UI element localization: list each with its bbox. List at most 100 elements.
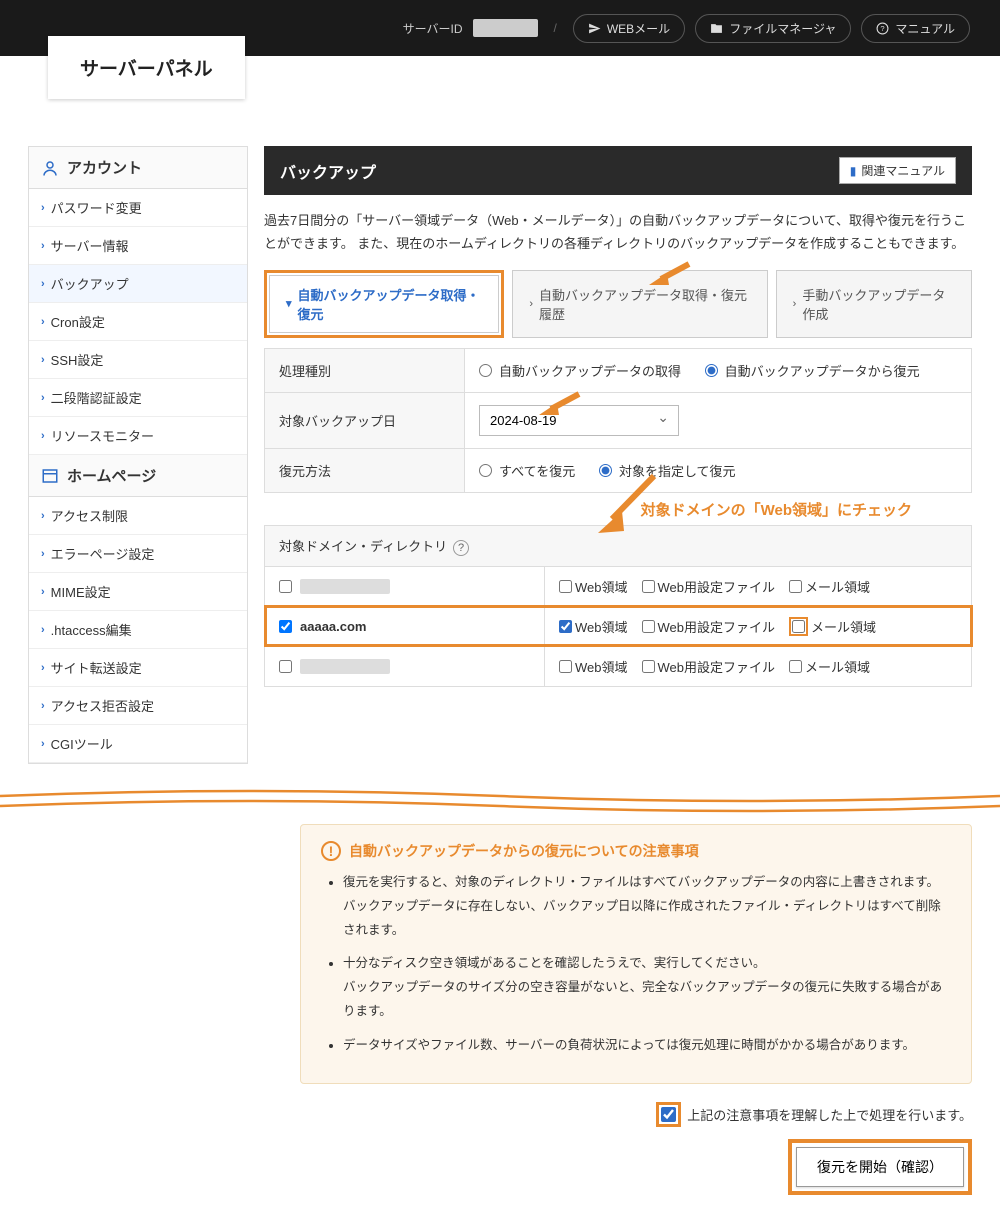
domain-checkbox[interactable] xyxy=(279,620,292,633)
page-title-bar: バックアップ ▮ 関連マニュアル xyxy=(264,146,972,195)
radio-restore-all[interactable]: すべてを復元 xyxy=(479,461,575,480)
check-label: Web領域 xyxy=(575,657,628,676)
help-icon[interactable]: ? xyxy=(453,540,469,556)
sidebar-item[interactable]: › バックアップ xyxy=(29,265,247,302)
tab-auto-backup[interactable]: ▾自動バックアップデータ取得・復元 xyxy=(269,275,499,333)
domain-checkbox[interactable] xyxy=(279,580,292,593)
check-mail-area[interactable]: メール領域 xyxy=(789,577,870,596)
submit-highlight-box: 復元を開始（確認） xyxy=(788,1139,972,1195)
sidebar-item[interactable]: ›CGIツール xyxy=(29,725,247,762)
check-mail-area[interactable]: メール領域 xyxy=(789,657,870,676)
annotation-text: 対象ドメインの「Web領域」にチェック xyxy=(264,499,972,520)
sidebar-item-label: エラーページ設定 xyxy=(51,544,155,563)
webmail-label: WEBメール xyxy=(607,20,670,37)
tab-history[interactable]: ›自動バックアップデータ取得・復元履歴 xyxy=(512,270,767,338)
sidebar: アカウント ›パスワード変更›サーバー情報 › バックアップ › Cron設定 › SSH設… xyxy=(28,146,248,764)
table-row: Web領域 Web用設定ファイル メール領域 xyxy=(265,566,972,606)
warning-item: 復元を実行すると、対象のディレクトリ・ファイルはすべてバックアップデータの内容に… xyxy=(343,871,951,942)
chevron-right-icon: › xyxy=(41,316,45,328)
domain-select-cell[interactable]: aaaaa.com xyxy=(279,619,530,634)
domain-name: aaaaa.com xyxy=(300,619,367,634)
sidebar-item[interactable]: ›MIME設定 xyxy=(29,573,247,610)
sidebar-item[interactable]: › アクセス拒否設定 xyxy=(29,687,247,724)
sidebar-item[interactable]: › エラーページ設定 xyxy=(29,535,247,572)
sidebar-item-label: 二段階認証設定 xyxy=(51,388,142,407)
sidebar-item[interactable]: ›リソースモニター xyxy=(29,417,247,454)
check-web-config[interactable]: Web用設定ファイル xyxy=(642,657,776,676)
sidebar-item-label: MIME設定 xyxy=(51,582,111,601)
check-label: Web用設定ファイル xyxy=(658,657,776,676)
tab-highlight-box: ▾自動バックアップデータ取得・復元 xyxy=(264,270,504,338)
chevron-right-icon: › xyxy=(41,700,45,712)
radio-label: 自動バックアップデータから復元 xyxy=(725,361,920,380)
chevron-right-icon: › xyxy=(41,624,45,636)
check-web-area[interactable]: Web領域 xyxy=(559,617,628,636)
sidebar-item-label: バックアップ xyxy=(51,274,129,293)
separator: / xyxy=(554,21,557,35)
restore-method-options: すべてを復元 対象を指定して復元 xyxy=(465,448,972,492)
sidebar-item-label: アクセス制限 xyxy=(51,506,128,525)
confirm-label: 上記の注意事項を理解した上で処理を行います。 xyxy=(687,1105,972,1124)
domain-table: 対象ドメイン・ディレクトリ? Web領域Web用設定ファイルメール領域 aaaa… xyxy=(264,525,972,687)
backup-date-select[interactable]: 2024-08-19 xyxy=(479,405,679,436)
sidebar-item-label: SSH設定 xyxy=(51,350,104,369)
tab-bar: ▾自動バックアップデータ取得・復元 ›自動バックアップデータ取得・復元履歴 ›手… xyxy=(264,270,972,338)
process-type-options: 自動バックアップデータの取得 自動バックアップデータから復元 xyxy=(465,348,972,392)
check-web-config[interactable]: Web用設定ファイル xyxy=(642,577,776,596)
check-web-config[interactable]: Web用設定ファイル xyxy=(642,617,776,636)
check-mail-area[interactable]: メール領域 xyxy=(789,617,876,636)
domain-select-cell[interactable] xyxy=(279,579,530,594)
radio-restore-backup[interactable]: 自動バックアップデータから復元 xyxy=(705,361,920,380)
radio-label: 自動バックアップデータの取得 xyxy=(499,361,681,380)
check-label: メール領域 xyxy=(805,577,870,596)
check-web-area[interactable]: Web領域 xyxy=(559,577,628,596)
chevron-right-icon: › xyxy=(41,202,45,214)
sidebar-item[interactable]: ›サーバー情報 xyxy=(29,227,247,264)
check-web-area[interactable]: Web領域 xyxy=(559,657,628,676)
confirm-checkbox-highlight xyxy=(656,1102,681,1127)
top-bar: サーバーパネル サーバーID / WEBメール ファイルマネージャ ? マニュア… xyxy=(0,0,1000,56)
sidebar-section-account: アカウント xyxy=(29,147,247,189)
paper-plane-icon xyxy=(588,22,601,35)
redacted-domain xyxy=(300,659,390,674)
sidebar-item[interactable]: ›二段階認証設定 xyxy=(29,379,247,416)
start-restore-button[interactable]: 復元を開始（確認） xyxy=(796,1147,964,1187)
warning-item: 十分なディスク空き領域があることを確認したうえで、実行してください。 バックアッ… xyxy=(343,952,951,1023)
server-id-label: サーバーID xyxy=(403,20,463,37)
sidebar-item-label: Cron設定 xyxy=(51,312,105,331)
sidebar-item-label: アクセス拒否設定 xyxy=(51,696,154,715)
sidebar-item[interactable]: › .htaccess編集 xyxy=(29,611,247,648)
chevron-right-icon: › xyxy=(529,298,533,310)
svg-text:?: ? xyxy=(881,24,885,33)
sidebar-item[interactable]: ›サイト転送設定 xyxy=(29,649,247,686)
chevron-down-icon: ▾ xyxy=(286,297,292,310)
chevron-right-icon: › xyxy=(41,430,45,442)
related-manual-button[interactable]: ▮ 関連マニュアル xyxy=(839,157,956,184)
webmail-button[interactable]: WEBメール xyxy=(573,14,685,43)
radio-get-backup[interactable]: 自動バックアップデータの取得 xyxy=(479,361,681,380)
chevron-right-icon: › xyxy=(41,354,45,366)
section-homepage-label: ホームページ xyxy=(67,465,156,486)
row-label-backup-date: 対象バックアップ日 xyxy=(265,392,465,448)
sidebar-item[interactable]: ›パスワード変更 xyxy=(29,189,247,226)
radio-label: すべてを復元 xyxy=(499,461,575,480)
manual-button[interactable]: ? マニュアル xyxy=(861,14,970,43)
sidebar-item-label: .htaccess編集 xyxy=(51,620,132,639)
domain-checkbox[interactable] xyxy=(279,660,292,673)
confirm-row: 上記の注意事項を理解した上で処理を行います。 xyxy=(300,1102,972,1127)
manual-label: マニュアル xyxy=(895,20,955,37)
domain-table-header: 対象ドメイン・ディレクトリ? xyxy=(265,525,972,566)
chevron-right-icon: › xyxy=(41,548,45,560)
radio-restore-target[interactable]: 対象を指定して復元 xyxy=(599,461,736,480)
chevron-right-icon: › xyxy=(41,278,45,290)
confirm-checkbox[interactable] xyxy=(661,1107,676,1122)
filemanager-button[interactable]: ファイルマネージャ xyxy=(695,14,851,43)
sidebar-item[interactable]: › Cron設定 xyxy=(29,303,247,340)
sidebar-section-homepage: ホームページ xyxy=(29,455,247,497)
domain-select-cell[interactable] xyxy=(279,659,530,674)
sidebar-item[interactable]: ›アクセス制限 xyxy=(29,497,247,534)
content-break-wave xyxy=(0,784,1000,814)
tab-manual-backup[interactable]: ›手動バックアップデータ作成 xyxy=(776,270,972,338)
logo: サーバーパネル xyxy=(48,36,245,99)
sidebar-item[interactable]: › SSH設定 xyxy=(29,341,247,378)
